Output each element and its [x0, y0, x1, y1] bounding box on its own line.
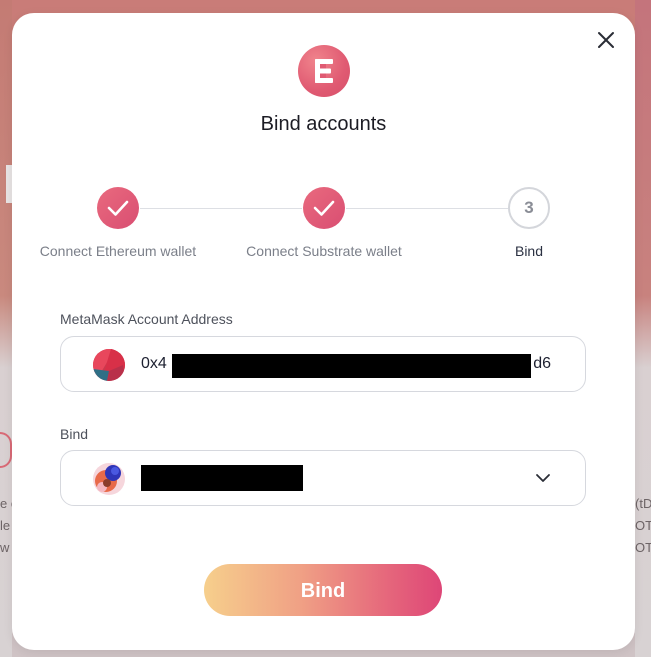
bind-button[interactable]: Bind — [204, 564, 442, 616]
address-prefix: 0x4 — [141, 355, 167, 372]
step-connector — [140, 208, 302, 209]
background-ring — [0, 432, 12, 468]
step-3-circle: 3 — [508, 187, 550, 229]
background-text: w — [0, 540, 10, 555]
background-text: OT — [635, 518, 651, 533]
step-number: 3 — [524, 198, 534, 217]
background-text: OT — [635, 540, 651, 555]
step-connector — [346, 208, 508, 209]
metamask-address-label: MetaMask Account Address — [60, 311, 233, 327]
redacted-account-name — [141, 465, 303, 491]
background-text: (tD — [635, 496, 651, 511]
bind-select-label: Bind — [60, 426, 89, 442]
close-icon[interactable] — [595, 29, 617, 51]
metamask-address-field: 0x4 d6 — [60, 336, 586, 392]
step-2-circle — [303, 187, 345, 229]
check-icon — [313, 200, 335, 216]
step-1-label: Connect Ethereum wallet — [39, 243, 197, 259]
bind-accounts-modal: Bind accounts 3 Connect Ethereum wallet … — [12, 13, 635, 650]
modal-title: Bind accounts — [260, 113, 387, 135]
step-2-label: Connect Substrate wallet — [246, 243, 402, 259]
substrate-account-avatar — [93, 463, 125, 495]
address-suffix: d6 — [533, 355, 551, 372]
e-logo-icon — [298, 45, 350, 97]
background-text: le — [0, 518, 11, 533]
account-avatar — [93, 349, 125, 381]
step-1-circle — [97, 187, 139, 229]
step-3-label: Bind — [514, 243, 544, 259]
redacted-address — [172, 354, 531, 378]
background-text: e c — [0, 496, 12, 511]
chevron-down-icon[interactable] — [535, 470, 551, 486]
background-right-edge: (tD OT OT — [635, 0, 651, 657]
background-left-edge: e c le w — [0, 0, 12, 657]
check-icon — [107, 200, 129, 216]
bind-account-select[interactable] — [60, 450, 586, 506]
